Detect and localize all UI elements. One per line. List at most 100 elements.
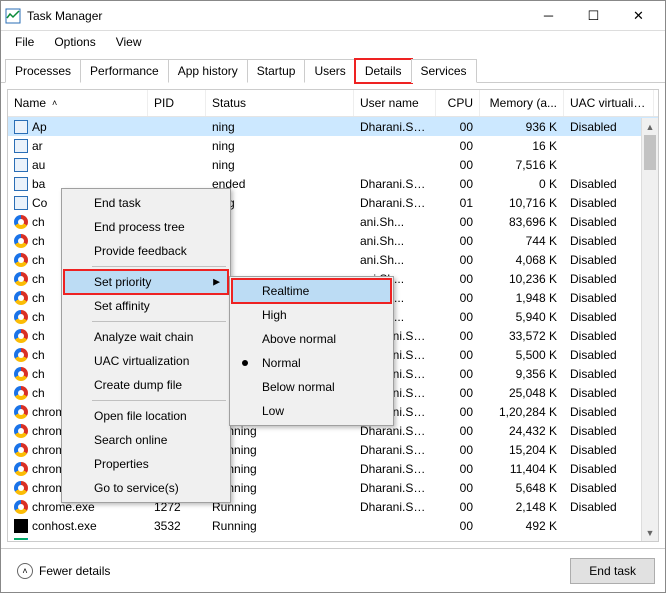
process-icon [14,348,28,362]
process-cpu: 00 [436,461,480,477]
process-icon [14,500,28,514]
process-name: ch [32,367,45,381]
process-name: ch [32,310,45,324]
priority-high[interactable]: High [232,303,391,327]
header-cpu[interactable]: CPU [436,90,480,116]
ctx-end-process-tree[interactable]: End process tree [64,215,228,239]
process-memory: 24,432 K [480,423,564,439]
ctx-provide-feedback[interactable]: Provide feedback [64,239,228,263]
menubar: File Options View [1,31,665,53]
ctx-open-file-location[interactable]: Open file location [64,404,228,428]
window-title: Task Manager [27,9,526,23]
table-row[interactable]: conhost.exe3532Running00492 K [8,516,658,535]
tab-users[interactable]: Users [304,59,355,83]
process-cpu: 00 [436,385,480,401]
task-manager-window: Task Manager ─ ☐ ✕ File Options View Pro… [0,0,666,593]
header-pid[interactable]: PID [148,90,206,116]
ctx-analyze-wait-chain[interactable]: Analyze wait chain [64,325,228,349]
header-memory[interactable]: Memory (a... [480,90,564,116]
menu-options[interactable]: Options [46,33,103,51]
priority-above-normal[interactable]: Above normal [232,327,391,351]
process-icon [14,405,28,419]
priority-realtime[interactable]: Realtime [232,279,391,303]
vertical-scrollbar[interactable]: ▲ ▼ [641,118,658,541]
scroll-down-icon[interactable]: ▼ [642,524,658,541]
process-icon [14,196,28,210]
ctx-create-dump-file[interactable]: Create dump file [64,373,228,397]
tab-startup[interactable]: Startup [247,59,306,83]
ctx-separator [92,266,226,267]
process-cpu: 00 [436,233,480,249]
process-user: Dharani.Sh... [354,195,436,211]
process-user: Dharani.Sh... [354,499,436,515]
process-status: ning [206,119,354,135]
process-user: Dharani.Sh... [354,461,436,477]
process-icon [14,291,28,305]
table-row[interactable]: ApningDharani.Sh...00936 KDisabled [8,117,658,136]
process-cpu: 01 [436,195,480,211]
header-status[interactable]: Status [206,90,354,116]
scroll-thumb[interactable] [644,135,656,170]
process-icon [14,462,28,476]
ctx-search-online[interactable]: Search online [64,428,228,452]
menu-file[interactable]: File [7,33,42,51]
priority-below-normal[interactable]: Below normal [232,375,391,399]
process-cpu: 00 [436,290,480,306]
process-name: ch [32,234,45,248]
process-memory: 5,500 K [480,347,564,363]
process-cpu: 00 [436,214,480,230]
close-button[interactable]: ✕ [616,1,661,30]
ctx-uac-virtualization[interactable]: UAC virtualization [64,349,228,373]
tab-services[interactable]: Services [411,59,477,83]
ctx-set-affinity[interactable]: Set affinity [64,294,228,318]
process-pid [148,164,206,166]
priority-low[interactable]: Low [232,399,391,423]
minimize-button[interactable]: ─ [526,1,571,30]
ctx-separator [92,400,226,401]
process-memory: 91,812 K [480,537,564,541]
menu-view[interactable]: View [108,33,150,51]
table-row[interactable]: auning007,516 K [8,155,658,174]
ctx-set-priority[interactable]: Set priority▶ [64,270,228,294]
scroll-up-icon[interactable]: ▲ [642,118,658,135]
process-icon [14,234,28,248]
process-user [354,525,436,527]
process-memory: 1,20,284 K [480,404,564,420]
maximize-button[interactable]: ☐ [571,1,616,30]
process-user: ani.Sh... [354,214,436,230]
process-name: Ap [32,120,47,134]
tab-details[interactable]: Details [355,59,412,83]
header-user[interactable]: User name [354,90,436,116]
process-icon [14,158,28,172]
ctx-end-task[interactable]: End task [64,191,228,215]
tab-processes[interactable]: Processes [5,59,81,83]
table-row[interactable]: arning0016 K [8,136,658,155]
ctx-properties[interactable]: Properties [64,452,228,476]
tab-app-history[interactable]: App history [168,59,248,83]
priority-normal[interactable]: Normal [232,351,391,375]
process-pid [148,183,206,185]
process-cpu: 00 [436,404,480,420]
process-memory: 5,940 K [480,309,564,325]
process-pid: 3532 [148,518,206,534]
process-memory: 10,236 K [480,271,564,287]
footer: ˄ Fewer details End task [1,548,665,592]
process-name: ch [32,329,45,343]
process-icon [14,120,28,134]
column-headers: Name˄ PID Status User name CPU Memory (a… [8,90,658,117]
process-memory: 83,696 K [480,214,564,230]
process-memory: 0 K [480,176,564,192]
process-name: au [32,158,45,172]
tab-performance[interactable]: Performance [80,59,169,83]
process-icon [14,386,28,400]
end-task-button[interactable]: End task [570,558,655,584]
table-row[interactable]: CSFalconContainer.e16128Running0091,812 … [8,535,658,540]
fewer-details-button[interactable]: ˄ Fewer details [11,559,116,583]
titlebar[interactable]: Task Manager ─ ☐ ✕ [1,1,665,31]
process-name: ar [32,139,43,153]
process-user: Dharani.Sh... [354,480,436,496]
header-name[interactable]: Name˄ [8,90,148,116]
ctx-go-to-services[interactable]: Go to service(s) [64,476,228,500]
header-uac[interactable]: UAC virtualizat... [564,90,654,116]
process-name: ch [32,253,45,267]
